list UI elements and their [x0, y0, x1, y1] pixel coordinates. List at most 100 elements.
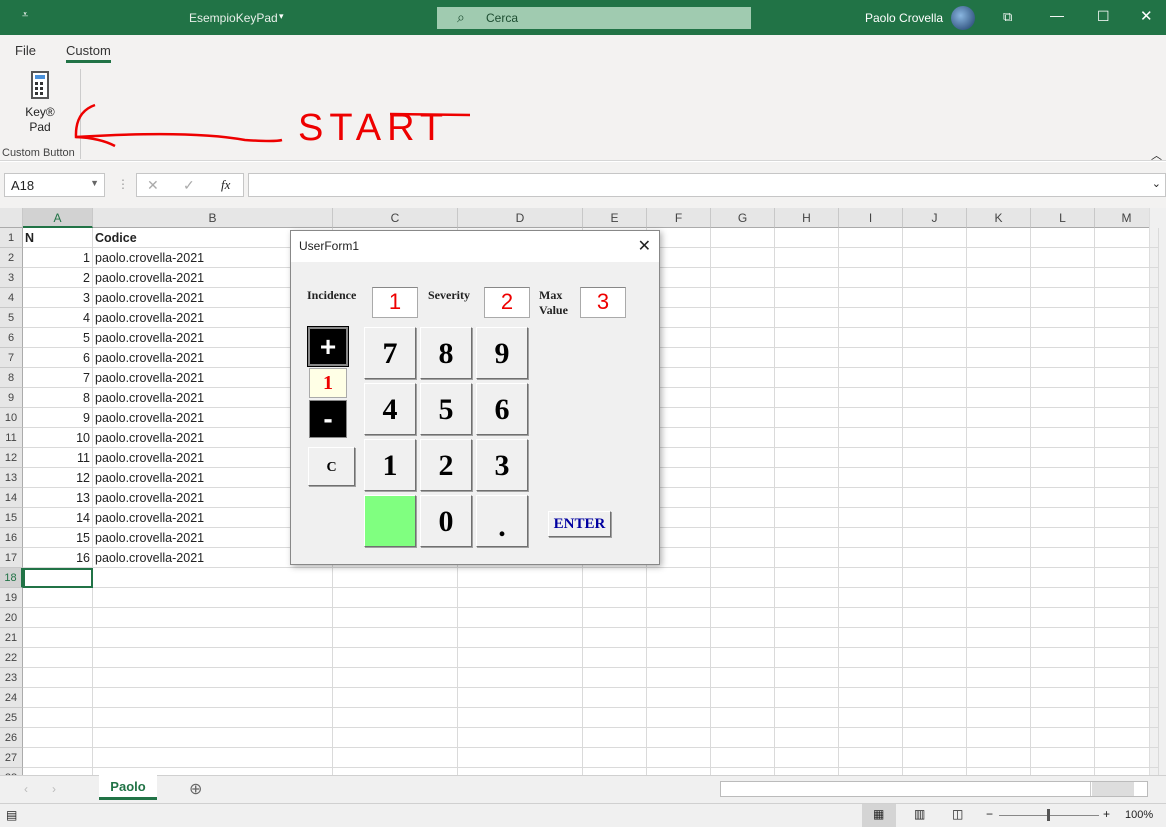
- cell[interactable]: [333, 728, 458, 748]
- expand-icon[interactable]: ⌄: [1152, 177, 1161, 190]
- cell[interactable]: [839, 648, 903, 668]
- cell[interactable]: [839, 428, 903, 448]
- column-header[interactable]: F: [647, 208, 711, 228]
- cell[interactable]: [583, 568, 647, 588]
- cell[interactable]: [839, 248, 903, 268]
- cell[interactable]: [775, 728, 839, 748]
- enter-button[interactable]: ENTER: [548, 511, 611, 537]
- cell[interactable]: [903, 448, 967, 468]
- cell[interactable]: [1031, 368, 1095, 388]
- zoom-slider-thumb[interactable]: [1047, 809, 1050, 821]
- key-4[interactable]: 4: [364, 383, 416, 435]
- cell[interactable]: [583, 628, 647, 648]
- column-header[interactable]: C: [333, 208, 458, 228]
- cell[interactable]: 8: [23, 388, 93, 408]
- row-header[interactable]: 26: [0, 728, 23, 748]
- cell[interactable]: [333, 628, 458, 648]
- row-header[interactable]: 28: [0, 768, 23, 775]
- cell[interactable]: 1: [23, 248, 93, 268]
- cell[interactable]: [903, 368, 967, 388]
- header-cell[interactable]: N: [23, 228, 93, 248]
- cell[interactable]: [967, 228, 1031, 248]
- cell[interactable]: [903, 328, 967, 348]
- column-header[interactable]: K: [967, 208, 1031, 228]
- key-7[interactable]: 7: [364, 327, 416, 379]
- cell[interactable]: [1031, 588, 1095, 608]
- document-title[interactable]: EsempioKeyPad: [189, 11, 278, 25]
- key-dot[interactable]: .: [476, 495, 528, 547]
- cell[interactable]: [967, 328, 1031, 348]
- cell[interactable]: [93, 748, 333, 768]
- cell[interactable]: [1095, 608, 1159, 628]
- cell[interactable]: [775, 568, 839, 588]
- cell[interactable]: [775, 648, 839, 668]
- cell[interactable]: [775, 388, 839, 408]
- cell[interactable]: [1031, 768, 1095, 775]
- row-header[interactable]: 20: [0, 608, 23, 628]
- cell[interactable]: [839, 588, 903, 608]
- cell[interactable]: [711, 348, 775, 368]
- add-sheet-icon[interactable]: ⊕: [189, 779, 202, 799]
- incidence-input[interactable]: 1: [372, 287, 418, 318]
- cell[interactable]: [458, 748, 583, 768]
- cell[interactable]: [775, 588, 839, 608]
- minus-button[interactable]: -: [309, 400, 347, 438]
- severity-input[interactable]: 2: [484, 287, 530, 318]
- row-header[interactable]: 6: [0, 328, 23, 348]
- cell[interactable]: [711, 728, 775, 748]
- cell[interactable]: [458, 768, 583, 775]
- cell[interactable]: 9: [23, 408, 93, 428]
- cell[interactable]: [711, 628, 775, 648]
- max-value-input[interactable]: 3: [580, 287, 626, 318]
- name-box[interactable]: A18 ▼: [4, 173, 105, 197]
- active-cell[interactable]: [23, 568, 93, 588]
- key-0[interactable]: 0: [420, 495, 472, 547]
- cell[interactable]: 6: [23, 348, 93, 368]
- cell[interactable]: [1031, 648, 1095, 668]
- cell[interactable]: [775, 468, 839, 488]
- cell[interactable]: [967, 348, 1031, 368]
- row-header[interactable]: 15: [0, 508, 23, 528]
- cell[interactable]: [23, 608, 93, 628]
- prev-sheet-icon[interactable]: ‹: [24, 782, 28, 796]
- cell[interactable]: [839, 328, 903, 348]
- cell[interactable]: [1095, 328, 1159, 348]
- plus-button[interactable]: +: [307, 326, 349, 367]
- cell[interactable]: [967, 648, 1031, 668]
- cell[interactable]: [647, 568, 711, 588]
- cell[interactable]: [839, 508, 903, 528]
- cell[interactable]: [839, 348, 903, 368]
- cell[interactable]: [1095, 368, 1159, 388]
- cell[interactable]: [1095, 508, 1159, 528]
- cell[interactable]: [775, 748, 839, 768]
- cell[interactable]: [903, 508, 967, 528]
- cell[interactable]: [1095, 388, 1159, 408]
- cell[interactable]: [839, 608, 903, 628]
- cell[interactable]: [775, 368, 839, 388]
- row-header[interactable]: 21: [0, 628, 23, 648]
- cell[interactable]: [1031, 328, 1095, 348]
- cell[interactable]: [903, 468, 967, 488]
- cell[interactable]: [775, 708, 839, 728]
- cell[interactable]: [775, 428, 839, 448]
- cell[interactable]: [1031, 688, 1095, 708]
- cell[interactable]: [903, 348, 967, 368]
- row-header[interactable]: 3: [0, 268, 23, 288]
- cell[interactable]: [23, 768, 93, 775]
- cell[interactable]: [839, 408, 903, 428]
- cell[interactable]: [967, 608, 1031, 628]
- cell[interactable]: [23, 628, 93, 648]
- cell[interactable]: [1095, 248, 1159, 268]
- cell[interactable]: [711, 508, 775, 528]
- cell[interactable]: [775, 348, 839, 368]
- cell[interactable]: [839, 668, 903, 688]
- cell[interactable]: [711, 468, 775, 488]
- column-header[interactable]: I: [839, 208, 903, 228]
- cell[interactable]: [1095, 408, 1159, 428]
- cell[interactable]: [775, 628, 839, 648]
- cell[interactable]: [1031, 428, 1095, 448]
- cell[interactable]: [903, 428, 967, 448]
- cell[interactable]: [333, 668, 458, 688]
- cell[interactable]: [775, 608, 839, 628]
- cell[interactable]: [583, 588, 647, 608]
